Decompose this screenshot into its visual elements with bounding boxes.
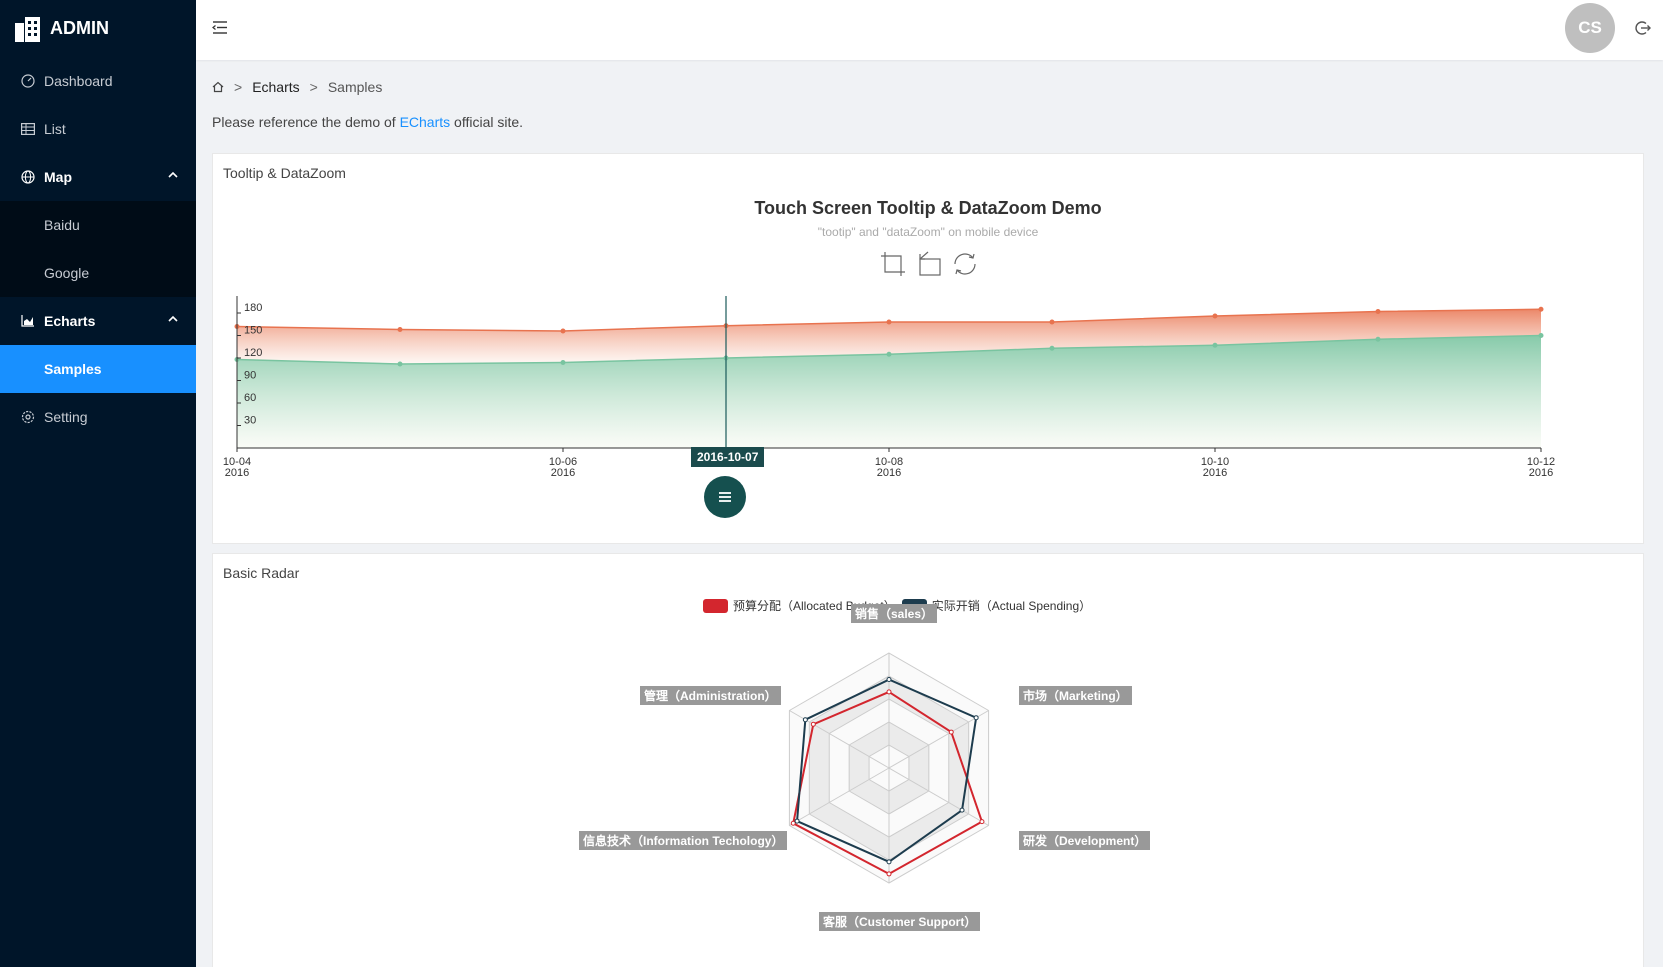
sidebar-item-label: Setting bbox=[44, 409, 88, 425]
main-content: > Echarts > Samples Please reference the… bbox=[196, 60, 1663, 967]
radar-indicator-label: 信息技术（Information Techology） bbox=[579, 831, 788, 850]
app-title: ADMIN bbox=[50, 18, 109, 38]
sidebar-item-setting[interactable]: Setting bbox=[0, 393, 196, 441]
sidebar-item-label: Map bbox=[44, 169, 72, 185]
sidebar-item-echarts[interactable]: Echarts bbox=[0, 297, 196, 345]
tooltip-datazoom-card: Tooltip & DataZoom Touch Screen Tooltip … bbox=[212, 153, 1644, 544]
radar-point bbox=[794, 818, 800, 824]
data-point bbox=[886, 351, 892, 357]
y-tick-label: 30 bbox=[244, 415, 256, 427]
radar-point bbox=[810, 721, 816, 727]
sidebar-item-samples[interactable]: Samples bbox=[0, 345, 196, 393]
data-point bbox=[397, 327, 403, 332]
radar-point bbox=[790, 820, 796, 826]
home-icon[interactable] bbox=[212, 81, 224, 93]
radar-indicator-label: 管理（Administration） bbox=[640, 686, 781, 705]
avatar-initials: CS bbox=[1578, 18, 1602, 37]
chevron-up-icon bbox=[168, 315, 178, 322]
intro-text: Please reference the demo of ECharts off… bbox=[212, 114, 523, 130]
sidebar-item-label: Google bbox=[44, 265, 90, 281]
top-header: CS bbox=[196, 0, 1663, 60]
sidebar-item-label: Echarts bbox=[44, 313, 96, 329]
data-point bbox=[1049, 345, 1055, 351]
data-point bbox=[1049, 319, 1055, 325]
table-icon bbox=[20, 121, 36, 137]
radar-indicator-label: 市场（Marketing） bbox=[1019, 686, 1132, 705]
echarts-submenu: Samples bbox=[0, 345, 196, 393]
y-tick-label: 90 bbox=[244, 370, 256, 382]
menu-icon bbox=[719, 492, 731, 502]
data-point bbox=[1375, 309, 1381, 314]
menu-fold-icon[interactable] bbox=[212, 20, 228, 35]
data-point bbox=[560, 360, 566, 365]
sidebar-item-map[interactable]: Map bbox=[0, 153, 196, 201]
x-tick-label: 2016 bbox=[1529, 467, 1553, 479]
sidebar: ADMIN Dashboard List Map Baidu Google Ec… bbox=[0, 0, 196, 967]
x-tick-label: 2016 bbox=[1203, 467, 1227, 479]
breadcrumb-separator: > bbox=[309, 79, 318, 95]
radar-point bbox=[948, 729, 954, 735]
axis-pointer-label: 2016-10-07 bbox=[691, 447, 765, 467]
sidebar-item-list[interactable]: List bbox=[0, 105, 196, 153]
globe-icon bbox=[20, 169, 36, 185]
map-submenu: Baidu Google bbox=[0, 201, 196, 297]
breadcrumb-separator: > bbox=[234, 79, 243, 95]
sidebar-item-dashboard[interactable]: Dashboard bbox=[0, 57, 196, 105]
y-tick-label: 180 bbox=[244, 302, 262, 314]
echarts-link[interactable]: ECharts bbox=[400, 114, 451, 130]
radar-point bbox=[886, 677, 892, 683]
app-logo[interactable]: ADMIN bbox=[0, 0, 196, 57]
data-point bbox=[1212, 342, 1218, 348]
breadcrumb-echarts[interactable]: Echarts bbox=[252, 79, 299, 95]
sidebar-item-baidu[interactable]: Baidu bbox=[0, 201, 196, 249]
radar-point bbox=[802, 717, 808, 723]
radar-indicator-label: 销售（sales） bbox=[851, 604, 938, 623]
sidebar-item-google[interactable]: Google bbox=[0, 249, 196, 297]
logout-icon[interactable] bbox=[1635, 20, 1651, 36]
area-chart-icon bbox=[20, 313, 36, 329]
sidebar-item-label: List bbox=[44, 121, 66, 137]
chevron-up-icon bbox=[168, 171, 178, 178]
building-icon bbox=[15, 16, 40, 42]
data-point bbox=[1212, 313, 1218, 319]
x-tick-label: 2016 bbox=[225, 467, 249, 479]
line-chart[interactable]: 30609012015018010-04201610-06201610-0820… bbox=[213, 154, 1645, 545]
data-point bbox=[1538, 306, 1544, 312]
axis-pointer-handle[interactable] bbox=[704, 476, 746, 518]
y-tick-label: 150 bbox=[244, 325, 262, 337]
radar-indicator-label: 客服（Customer Support） bbox=[819, 912, 981, 931]
x-tick-label: 2016 bbox=[877, 467, 901, 479]
data-point bbox=[397, 361, 403, 367]
data-point bbox=[1375, 336, 1381, 342]
breadcrumb-samples: Samples bbox=[327, 79, 383, 95]
sidebar-item-label: Baidu bbox=[44, 217, 80, 233]
radar-indicator-label: 研发（Development） bbox=[1019, 831, 1151, 850]
radar-point bbox=[973, 715, 979, 721]
radar-point bbox=[979, 819, 985, 825]
data-point bbox=[1538, 333, 1544, 338]
y-tick-label: 120 bbox=[244, 347, 262, 359]
sidebar-item-label: Samples bbox=[44, 361, 102, 377]
intro-prefix: Please reference the demo of bbox=[212, 114, 400, 130]
basic-radar-card: Basic Radar 预算分配（Allocated Budget） 实际开销（… bbox=[212, 553, 1644, 967]
radar-point bbox=[886, 689, 892, 695]
y-tick-label: 60 bbox=[244, 392, 256, 404]
radar-point bbox=[959, 807, 965, 813]
sidebar-item-label: Dashboard bbox=[44, 73, 113, 89]
data-point bbox=[560, 328, 566, 334]
user-avatar[interactable]: CS bbox=[1565, 3, 1615, 53]
data-point bbox=[886, 319, 892, 325]
dashboard-icon bbox=[20, 73, 36, 89]
breadcrumb: > Echarts > Samples bbox=[212, 79, 382, 95]
intro-suffix: official site. bbox=[450, 114, 524, 130]
radar-point bbox=[886, 859, 892, 865]
radar-point bbox=[886, 871, 892, 877]
x-tick-label: 2016 bbox=[551, 467, 575, 479]
gear-icon bbox=[20, 409, 36, 425]
